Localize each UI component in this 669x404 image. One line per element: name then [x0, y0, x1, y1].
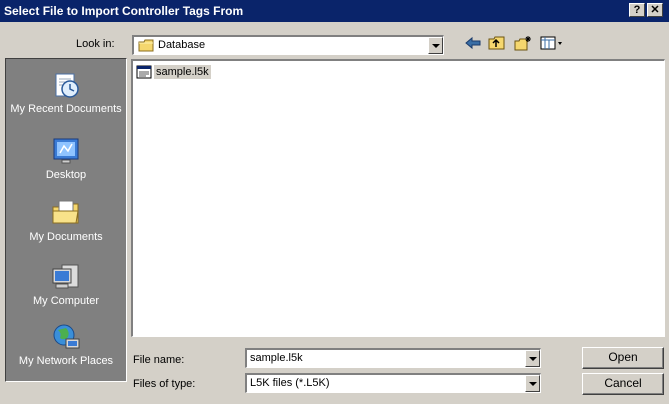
- file-type-value: L5K files (*.L5K): [250, 377, 330, 389]
- new-folder-icon[interactable]: [514, 35, 532, 51]
- l5k-file-icon: [136, 65, 152, 82]
- desktop-icon: [6, 135, 126, 167]
- look-in-value: Database: [158, 39, 206, 51]
- file-open-dialog: Select File to Import Controller Tags Fr…: [0, 0, 669, 404]
- help-button[interactable]: ?: [629, 3, 645, 17]
- cancel-button[interactable]: Cancel: [582, 373, 664, 395]
- open-button[interactable]: Open: [582, 347, 664, 369]
- title-bar[interactable]: Select File to Import Controller Tags Fr…: [0, 0, 669, 22]
- my-documents-icon: [6, 197, 126, 229]
- places-desktop[interactable]: Desktop: [6, 135, 126, 181]
- my-computer-icon: [6, 261, 126, 293]
- file-name-label: File name:: [133, 354, 185, 366]
- up-folder-icon[interactable]: [488, 35, 506, 51]
- look-in-dropdown-arrow[interactable]: [428, 37, 443, 54]
- file-name-input[interactable]: sample.l5k: [245, 348, 541, 368]
- file-type-dropdown[interactable]: L5K files (*.L5K): [245, 373, 541, 393]
- file-name-value: sample.l5k: [250, 352, 303, 364]
- file-name: sample.l5k: [154, 65, 211, 79]
- places-bar: My Recent Documents Desktop My Documents…: [5, 58, 127, 382]
- places-network-label: My Network Places: [18, 355, 114, 367]
- file-list[interactable]: sample.l5k: [131, 59, 665, 337]
- recent-documents-icon: [6, 69, 126, 101]
- back-arrow-icon[interactable]: [464, 35, 482, 51]
- network-places-icon: [6, 321, 126, 353]
- window-title: Select File to Import Controller Tags Fr…: [4, 4, 244, 18]
- places-recent-documents-label: My Recent Documents: [10, 103, 122, 115]
- look-in-label: Look in:: [76, 38, 115, 50]
- view-menu-icon[interactable]: [540, 35, 564, 51]
- places-network[interactable]: My Network Places: [6, 321, 126, 367]
- file-name-dropdown-arrow[interactable]: [525, 350, 540, 367]
- file-type-dropdown-arrow[interactable]: [525, 375, 540, 392]
- close-button[interactable]: ✕: [647, 3, 663, 17]
- places-recent-documents[interactable]: My Recent Documents: [6, 69, 126, 115]
- places-my-documents[interactable]: My Documents: [6, 197, 126, 243]
- places-my-computer-label: My Computer: [32, 295, 100, 307]
- look-in-dropdown[interactable]: Database: [132, 35, 444, 55]
- places-desktop-label: Desktop: [45, 169, 87, 181]
- file-type-label: Files of type:: [133, 378, 196, 390]
- places-my-documents-label: My Documents: [29, 231, 103, 243]
- folder-icon: [138, 39, 154, 55]
- places-my-computer[interactable]: My Computer: [6, 261, 126, 307]
